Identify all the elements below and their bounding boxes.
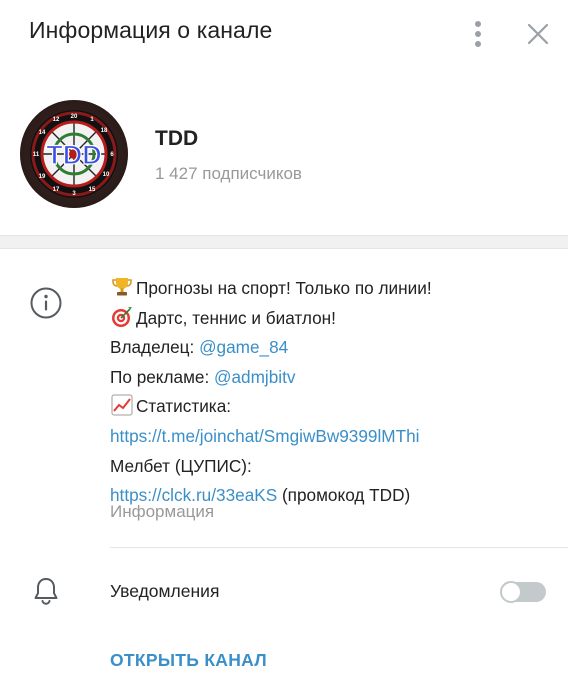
channel-description: Прогнозы на спорт! Только по линии! Дарт… xyxy=(110,274,550,511)
section-divider xyxy=(0,235,568,249)
ads-label: По рекламе: xyxy=(110,366,215,387)
svg-text:10: 10 xyxy=(103,172,110,178)
divider xyxy=(110,547,568,548)
melbet-label: Мелбет (ЦУПИС): xyxy=(110,455,252,476)
svg-text:17: 17 xyxy=(53,187,60,193)
svg-text:12: 12 xyxy=(53,117,60,123)
bell-icon xyxy=(32,576,60,606)
svg-text:18: 18 xyxy=(101,128,108,134)
svg-text:20: 20 xyxy=(71,114,78,120)
svg-text:14: 14 xyxy=(39,130,46,136)
more-vertical-icon[interactable] xyxy=(468,18,488,50)
subscriber-count: 1 427 подписчиков xyxy=(155,164,302,183)
avatar-logo-text: TDD xyxy=(46,140,102,170)
stats-label: Статистика: xyxy=(136,396,232,417)
open-channel-button[interactable]: ОТКРЫТЬ КАНАЛ xyxy=(110,650,267,671)
description-line-1: Прогнозы на спорт! Только по линии! xyxy=(136,278,432,298)
close-icon[interactable] xyxy=(524,20,552,48)
trophy-icon xyxy=(110,275,134,299)
owner-link[interactable]: @game_84 xyxy=(199,337,288,357)
channel-name: TDD xyxy=(155,127,199,150)
svg-text:11: 11 xyxy=(33,152,40,158)
channel-avatar[interactable]: 20 1 18 6 10 15 3 17 19 11 14 12 TDD xyxy=(20,100,128,208)
svg-text:19: 19 xyxy=(39,174,46,180)
dart-target-icon xyxy=(110,305,134,329)
channel-info-panel: Информация о канале 20 1 18 6 10 15 3 17… xyxy=(0,0,568,692)
info-icon xyxy=(29,286,63,320)
chart-increasing-icon xyxy=(110,393,134,417)
svg-text:15: 15 xyxy=(89,187,96,193)
stats-link[interactable]: https://t.me/joinchat/SmgiwBw9399lMThi xyxy=(110,426,420,446)
header-title: Информация о канале xyxy=(29,17,273,43)
info-section-label: Информация xyxy=(110,502,215,521)
notifications-label: Уведомления xyxy=(110,581,220,601)
ads-link[interactable]: @admjbitv xyxy=(214,367,295,387)
promo-text: (промокод TDD) xyxy=(277,485,411,506)
owner-label: Владелец: xyxy=(110,337,200,358)
toggle-knob xyxy=(500,581,522,603)
header: Информация о канале xyxy=(0,0,568,68)
description-line-2: Дартс, теннис и биатлон! xyxy=(136,307,336,328)
notifications-toggle[interactable] xyxy=(500,581,546,603)
